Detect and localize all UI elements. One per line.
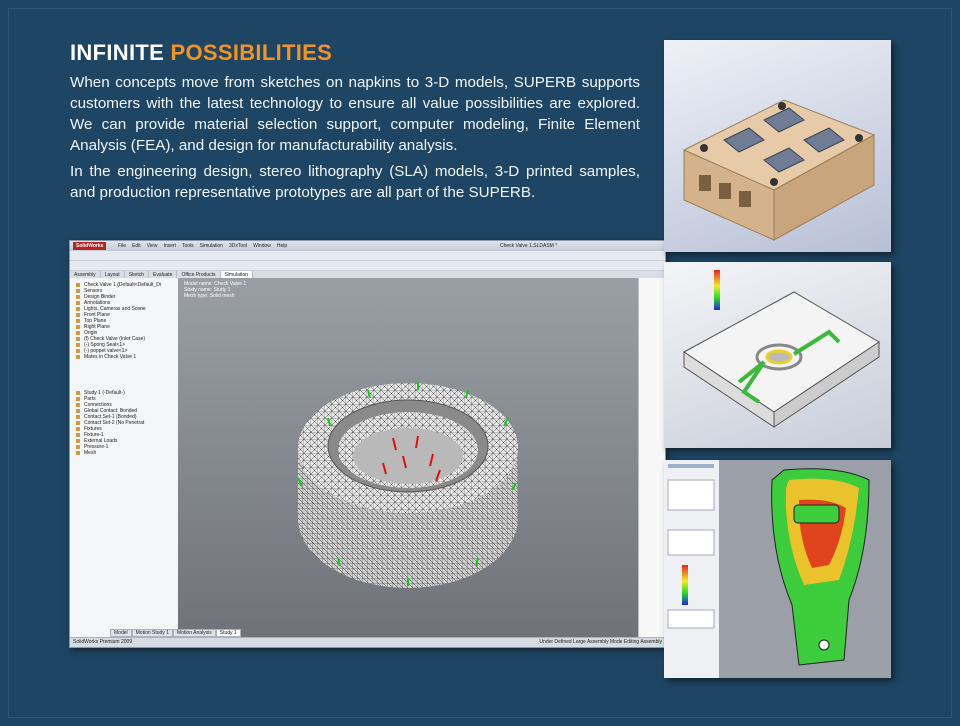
cad-screenshot: SolidWorks File Edit View Insert Tools S… (69, 240, 666, 648)
stress-analysis-image (664, 460, 891, 678)
paragraph-2: In the engineering design, stereo lithog… (70, 163, 640, 201)
status-left: SolidWorks Premium 2009 (73, 639, 133, 645)
paragraph-1: When concepts move from sketches on napk… (70, 74, 640, 154)
cad-toolbar-2 (70, 261, 665, 271)
cad-menu-item: Window (253, 243, 271, 249)
cad-bottom-tabs: Model Motion Study 1 Motion Analysis Stu… (110, 629, 241, 637)
cad-menu-item: File (118, 243, 127, 249)
intro-section: INFINITE POSSIBILITIES When concepts mov… (70, 40, 640, 208)
cad-statusbar: SolidWorks Premium 2009 Under Defined La… (70, 637, 665, 647)
cad-menubar: File Edit View Insert Tools Simulation 3… (118, 242, 287, 250)
status-right: Under Defined Large Assembly Mode Editin… (539, 639, 662, 645)
cad-toolbar-1 (70, 251, 665, 261)
study-item: Mesh (70, 450, 178, 456)
mold-model-image (664, 40, 891, 252)
cad-graphics-area: Model name: Check Valve 1 Study name: St… (178, 278, 638, 638)
view-info-line: Mesh type: Solid mesh (184, 293, 235, 299)
cad-menu-item: Help (276, 243, 288, 249)
cad-feature-tree: Check Valve 1 (Default<Default_Di Sensor… (70, 278, 179, 638)
headline-word-1: INFINITE (70, 40, 165, 65)
cad-menu-item: View (146, 243, 158, 249)
headline: INFINITE POSSIBILITIES (70, 40, 640, 66)
cad-task-pane (638, 278, 665, 638)
cad-titlebar: SolidWorks File Edit View Insert Tools S… (70, 241, 665, 251)
cad-menu-item: Edit (132, 243, 141, 249)
cad-menu-item: Simulation (199, 243, 223, 249)
meshed-valve-model (297, 382, 518, 588)
cad-document-title: Check Valve 1.SLDASM * (500, 243, 558, 249)
bottom-tab: Model (110, 629, 132, 637)
cad-menu-item: Insert (163, 243, 176, 249)
tree-item: Mates in Check Valve 1 (70, 354, 178, 360)
bottom-tab-active: Study 1 (215, 629, 241, 637)
bottom-tab: Motion Analysis (172, 629, 216, 637)
headline-word-2: POSSIBILITIES (170, 40, 333, 65)
cad-logo: SolidWorks (73, 242, 107, 250)
cad-menu-item: 3DxTool (229, 243, 248, 249)
bottom-tab: Motion Study 1 (131, 629, 173, 637)
cad-menu-item: Tools (181, 243, 194, 249)
flow-analysis-image (664, 262, 891, 448)
